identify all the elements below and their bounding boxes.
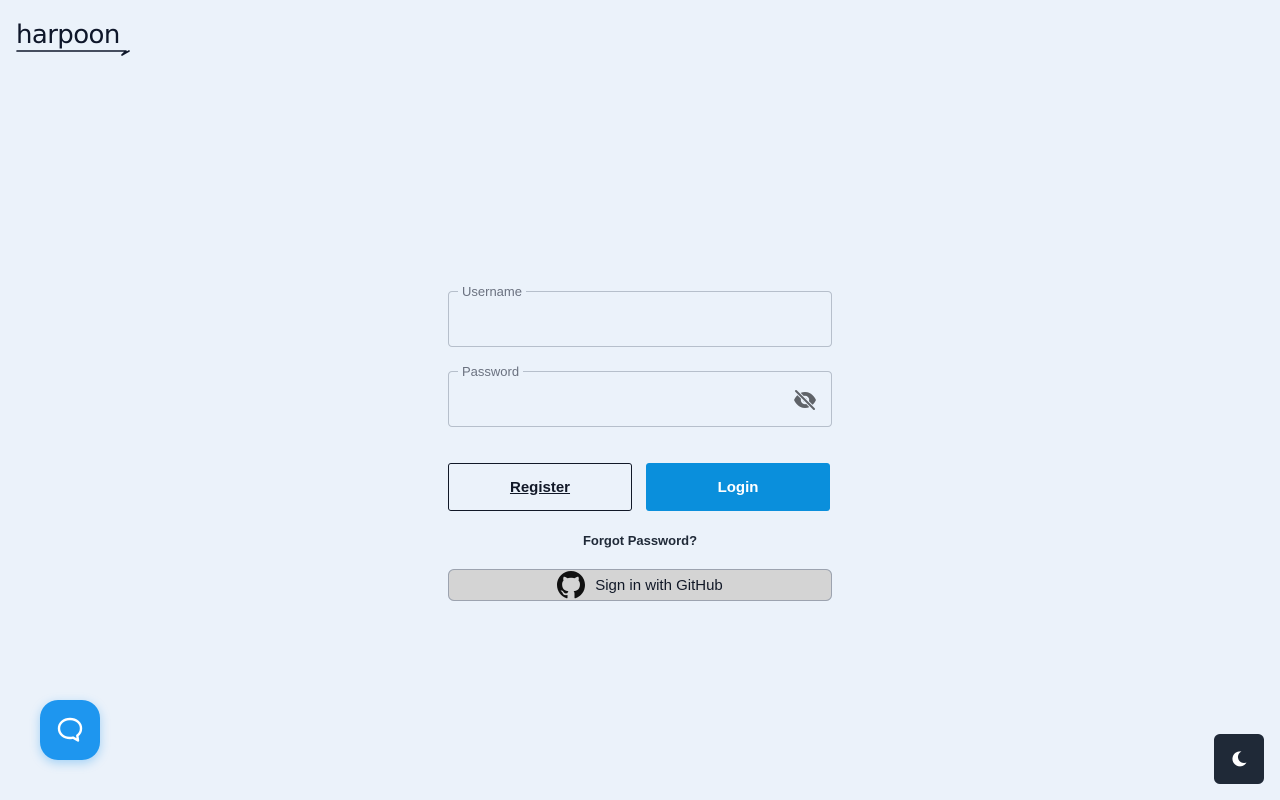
register-button[interactable]: Register — [448, 463, 632, 511]
username-field: Username — [448, 284, 832, 347]
harpoon-logo[interactable]: harpoon — [16, 18, 132, 56]
eye-off-icon[interactable] — [791, 386, 819, 414]
theme-toggle-button[interactable] — [1214, 734, 1264, 784]
chat-bubble-icon — [57, 717, 83, 742]
password-label: Password — [458, 364, 524, 380]
github-signin-label: Sign in with GitHub — [595, 576, 723, 594]
github-signin-button[interactable]: Sign in with GitHub — [448, 569, 832, 601]
logo-text: harpoon — [16, 20, 120, 50]
login-button[interactable]: Login — [646, 463, 830, 511]
form-actions: Register Login — [448, 463, 830, 511]
support-chat-button[interactable] — [40, 700, 100, 760]
login-page: harpoon Username Password Register Login… — [0, 0, 1280, 800]
github-icon — [557, 571, 586, 599]
username-label: Username — [458, 284, 526, 300]
username-input[interactable] — [461, 306, 785, 336]
forgot-password-link[interactable]: Forgot Password? — [448, 533, 832, 548]
login-form: Username Password Register Login Forgot … — [448, 284, 832, 601]
password-field: Password — [448, 364, 832, 427]
password-input[interactable] — [461, 386, 785, 416]
moon-icon — [1232, 751, 1247, 767]
logo-swoosh-icon — [16, 50, 130, 56]
